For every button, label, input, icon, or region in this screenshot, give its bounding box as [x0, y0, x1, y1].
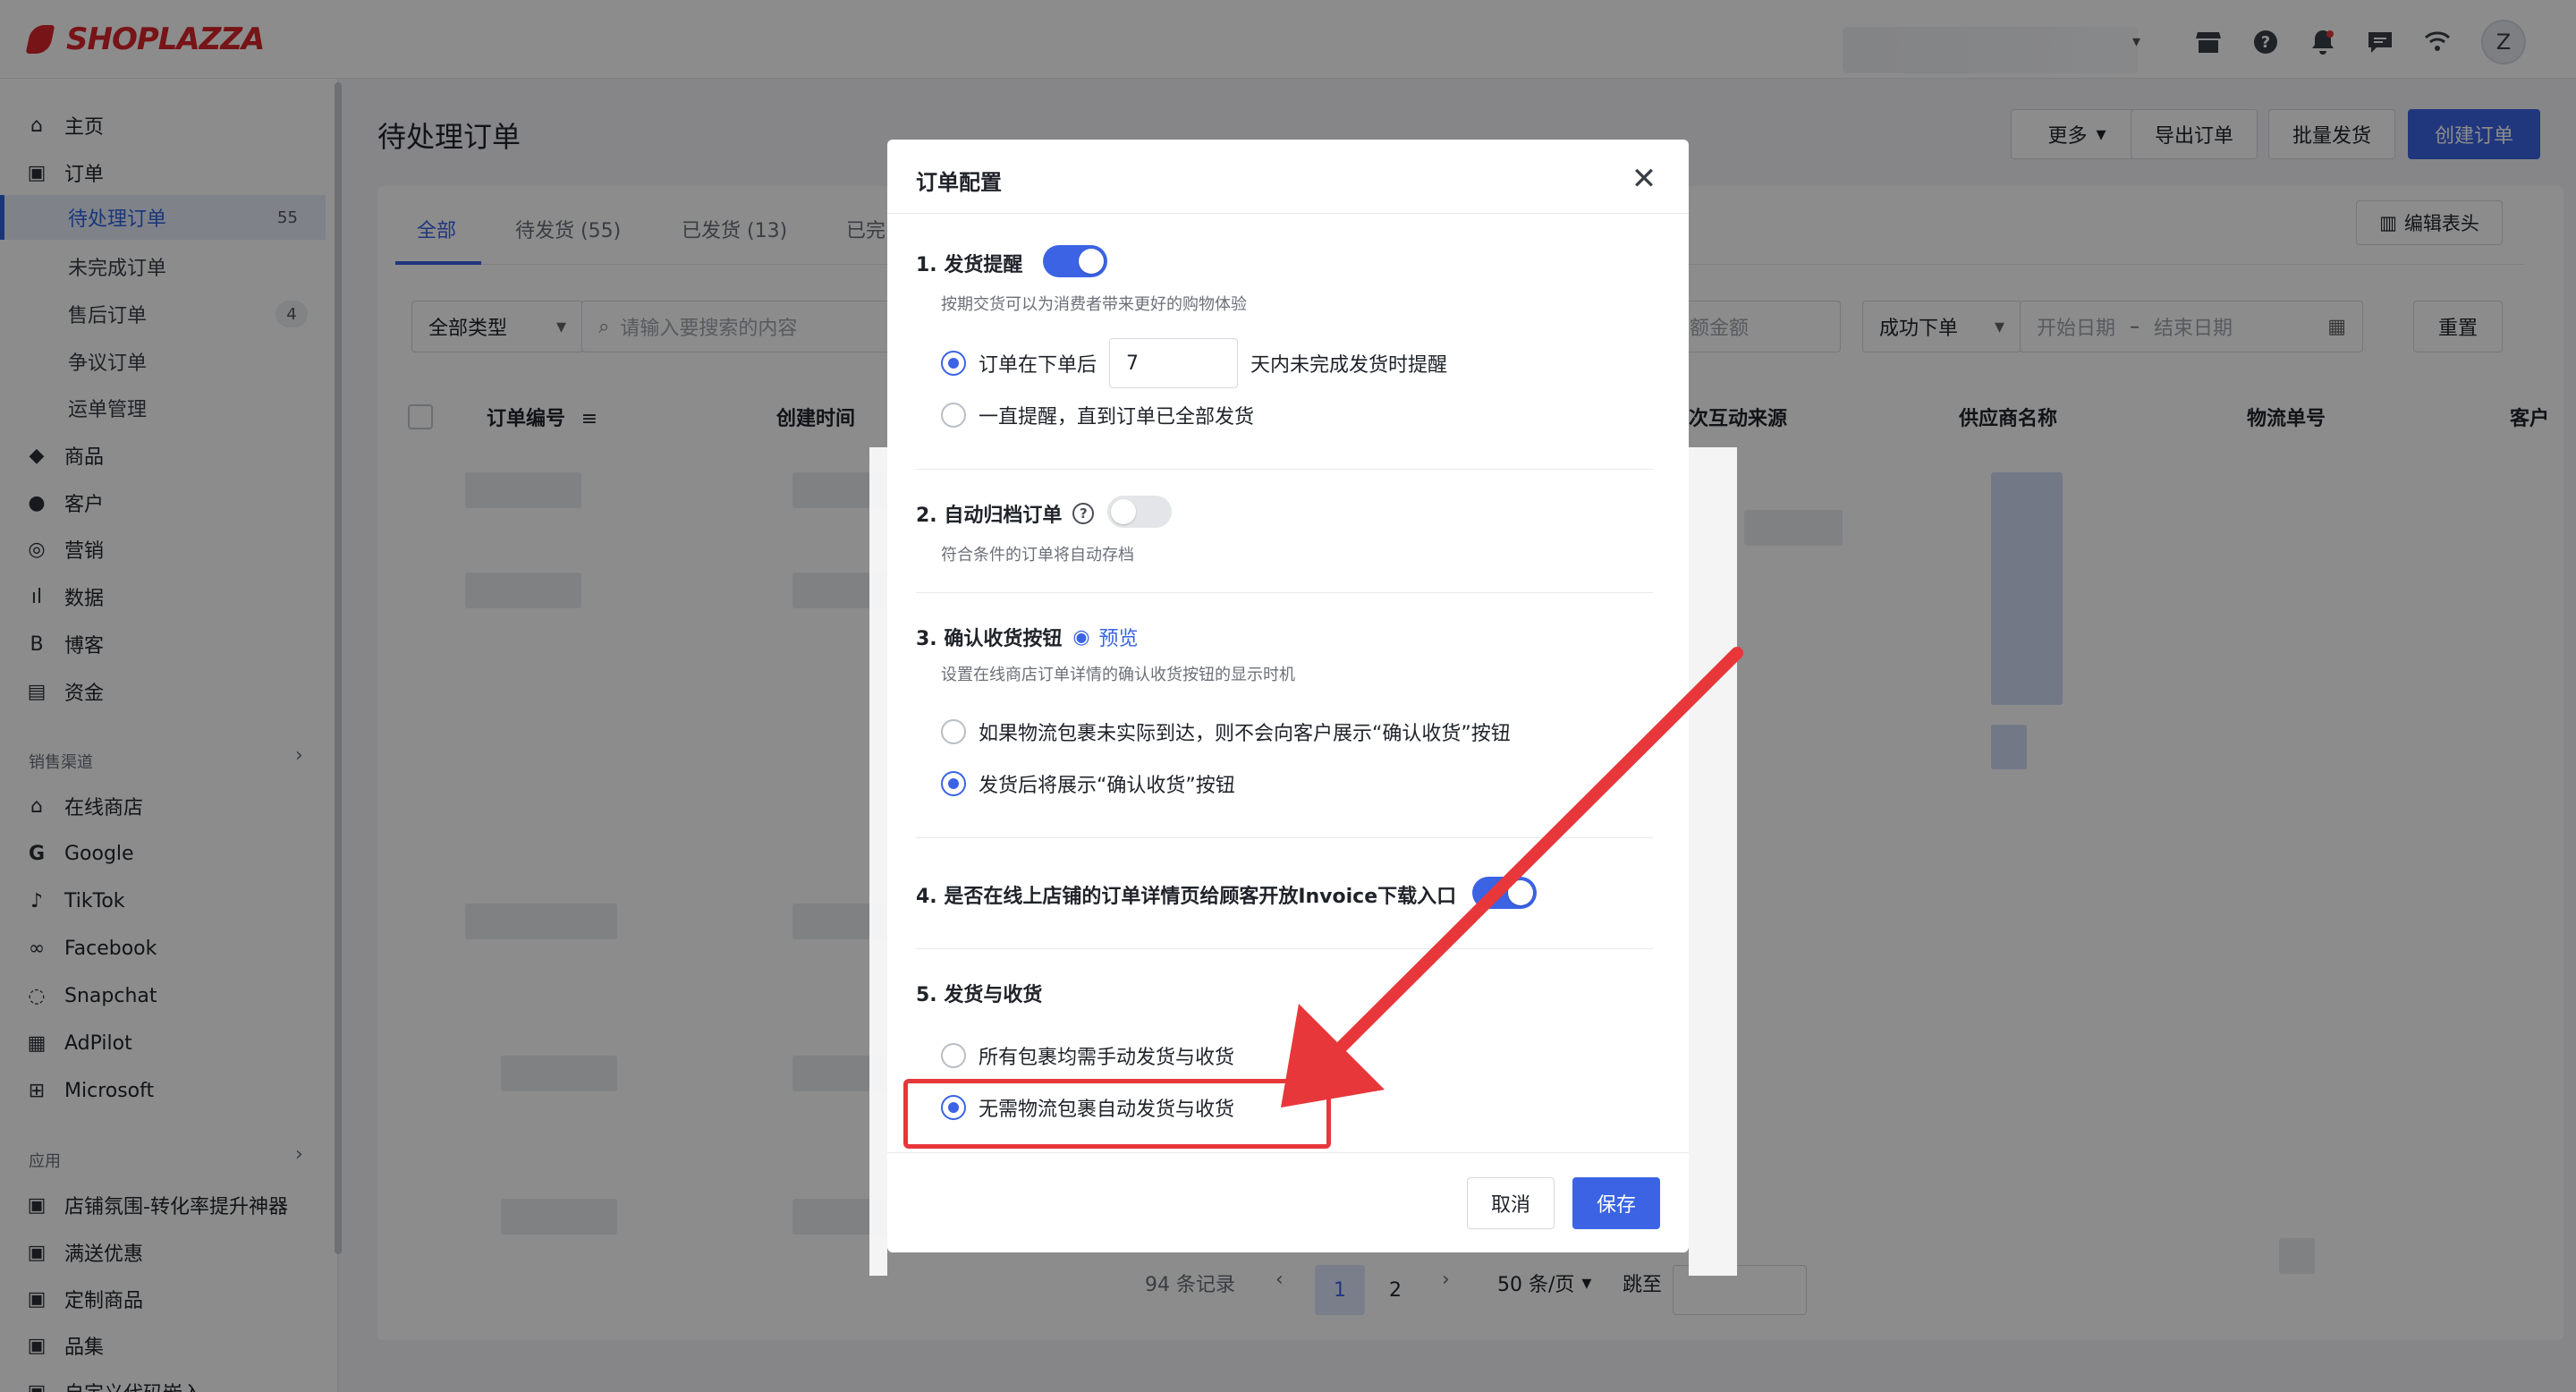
- annotation-arrow-icon: [1281, 647, 1743, 1108]
